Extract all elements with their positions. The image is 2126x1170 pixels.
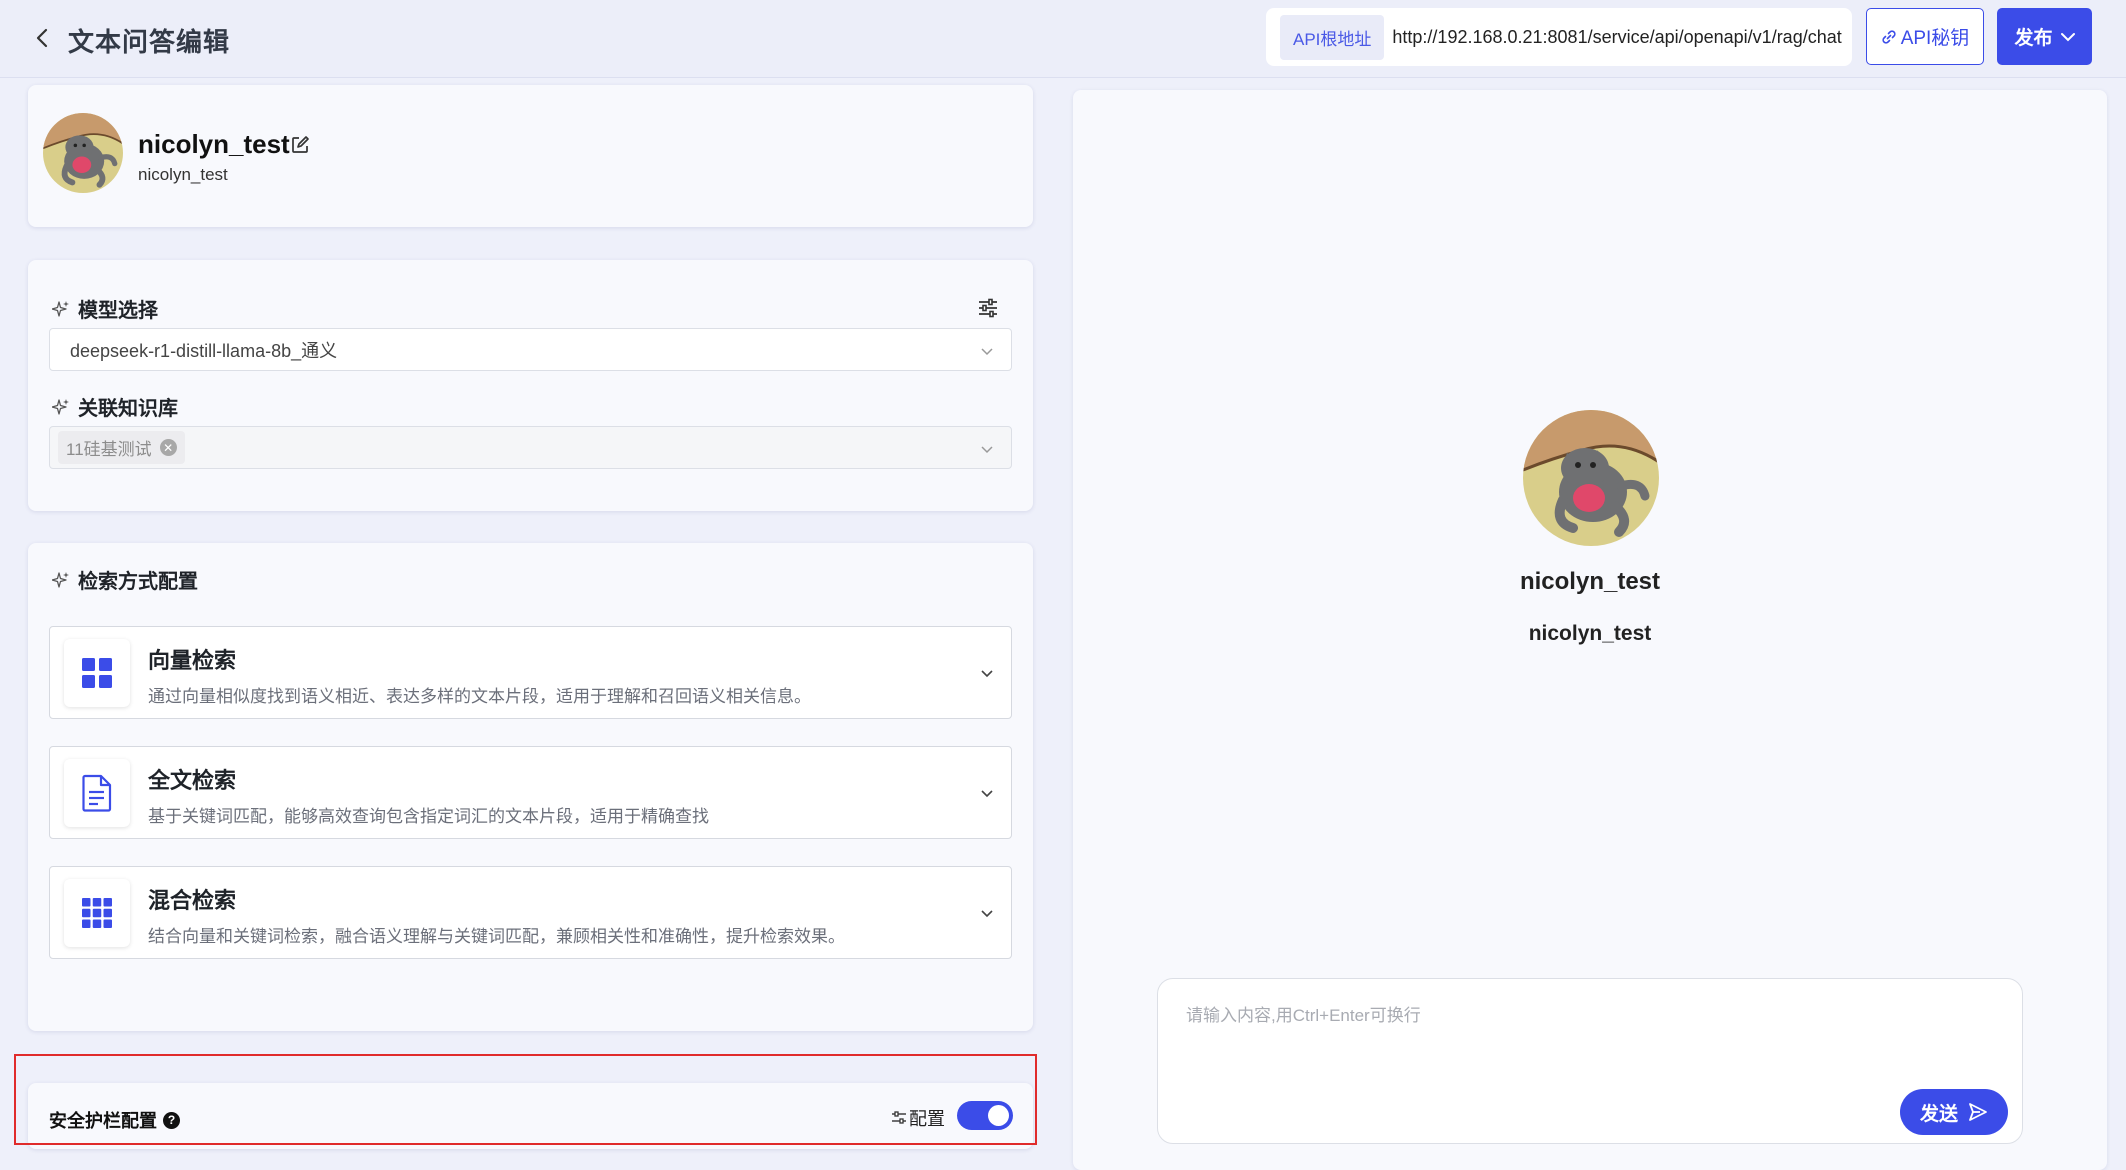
knowledge-tag-label: 11硅基测试 [66,440,152,459]
guardrail-heading: 安全护栏配置 ? [49,1107,180,1133]
document-icon [64,759,130,827]
profile-card: nicolyn_test nicolyn_test [28,85,1033,227]
send-button[interactable]: 发送 [1900,1089,2008,1135]
profile-subtitle: nicolyn_test [138,165,228,184]
knowledge-select[interactable]: 11硅基测试 ✕ [49,426,1012,469]
chevron-down-icon [981,910,993,918]
chevron-down-icon [981,790,993,798]
page-title: 文本问答编辑 [68,27,231,57]
link-icon [1882,29,1896,44]
search-option-hybrid[interactable]: 混合检索 结合向量和关键词检索，融合语义理解与关键词匹配，兼顾相关性和准确性，提… [49,866,1012,959]
back-arrow-icon[interactable] [28,24,56,52]
search-config-card: 检索方式配置 向量检索 通过向量相似度找到语义相近、表达多样的文本片段，适用于理… [28,543,1033,1031]
model-config-card: 模型选择 deepseek-r1-distill-llama-8b_通义 关联知… [28,260,1033,511]
model-select-value: deepseek-r1-distill-llama-8b_通义 [70,340,338,361]
sliders-settings-icon[interactable] [977,296,999,318]
search-section-heading: 检索方式配置 [52,565,198,594]
knowledge-tag: 11硅基测试 ✕ [58,431,185,464]
chat-input-box[interactable]: 请输入内容,用Ctrl+Enter可换行 发送 [1157,978,2023,1144]
sparkle-icon [52,300,69,317]
search-option-desc: 通过向量相似度找到语义相近、表达多样的文本片段，适用于理解和召回语义相关信息。 [148,687,811,706]
chat-input-placeholder: 请输入内容,用Ctrl+Enter可换行 [1186,1006,1421,1025]
edit-icon[interactable] [290,135,310,155]
profile-name: nicolyn_test [138,129,290,159]
search-option-title: 向量检索 [148,648,237,673]
chat-bot-name: nicolyn_test [1519,568,1661,595]
api-secret-button[interactable]: API秘钥 [1866,8,1984,65]
guardrail-label: 安全护栏配置 [49,1111,157,1131]
chevron-down-icon [981,348,993,356]
scrollbar[interactable] [2110,90,2122,1170]
chat-avatar [1523,410,1659,546]
api-base-url-label: API根地址 [1280,14,1385,60]
guardrail-config-button[interactable]: 配置 [891,1105,945,1131]
chat-preview-panel: nicolyn_test nicolyn_test 请输入内容,用Ctrl+En… [1073,90,2107,1170]
api-secret-label: API秘钥 [1900,28,1970,49]
avatar [43,113,123,193]
top-header: 文本问答编辑 API根地址 http://192.168.0.21:8081/s… [0,0,2126,78]
chevron-down-icon [2060,32,2075,41]
publish-label: 发布 [2014,28,2053,49]
search-section-label: 检索方式配置 [78,571,198,593]
chat-bot-subtitle: nicolyn_test [1528,622,1652,645]
model-section-label: 模型选择 [78,300,158,322]
knowledge-section-label: 关联知识库 [78,398,178,420]
guardrail-card: 安全护栏配置 ? 配置 [28,1083,1033,1149]
send-label: 发送 [1919,1103,1958,1125]
api-base-url-value[interactable]: http://192.168.0.21:8081/service/api/ope… [1392,27,1841,48]
search-option-title: 混合检索 [148,888,237,913]
publish-button[interactable]: 发布 [1997,8,2092,65]
api-base-url-field[interactable]: API根地址 http://192.168.0.21:8081/service/… [1266,8,1852,66]
model-select[interactable]: deepseek-r1-distill-llama-8b_通义 [49,328,1012,371]
chevron-down-icon [981,446,993,454]
question-help-icon[interactable]: ? [163,1111,180,1129]
sparkle-icon [52,571,69,588]
grid-four-icon [64,639,130,707]
search-option-desc: 结合向量和关键词检索，融合语义理解与关键词匹配，兼顾相关性和准确性，提升检索效果… [148,927,845,946]
sparkle-icon [52,398,69,415]
guardrail-toggle[interactable] [957,1101,1013,1130]
knowledge-section-heading: 关联知识库 [52,392,178,421]
send-icon [1969,1103,1987,1121]
sliders-icon [892,1111,906,1124]
search-option-title: 全文检索 [148,768,237,793]
close-icon[interactable]: ✕ [159,439,177,456]
toggle-knob [988,1105,1009,1126]
search-option-fulltext[interactable]: 全文检索 基于关键词匹配，能够高效查询包含指定词汇的文本片段，适用于精确查找 [49,746,1012,839]
search-option-desc: 基于关键词匹配，能够高效查询包含指定词汇的文本片段，适用于精确查找 [148,807,709,826]
search-option-vector[interactable]: 向量检索 通过向量相似度找到语义相近、表达多样的文本片段，适用于理解和召回语义相… [49,626,1012,719]
chevron-down-icon [981,670,993,678]
guardrail-config-label: 配置 [909,1109,945,1129]
grid-nine-icon [64,879,130,947]
model-section-heading: 模型选择 [52,294,158,323]
